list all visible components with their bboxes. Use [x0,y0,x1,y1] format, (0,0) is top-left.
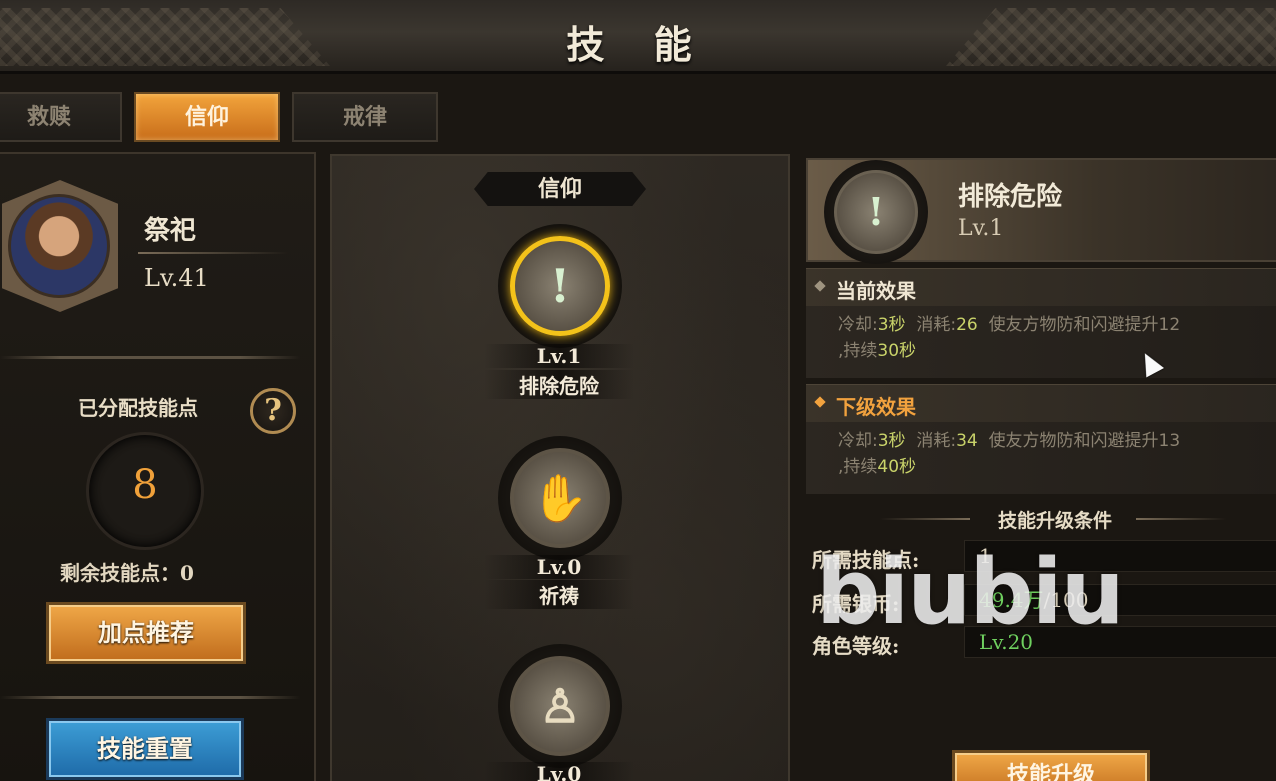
exclamation-shield-icon: ! [867,189,885,234]
bullet-icon [814,280,826,292]
cooldown-label: 冷却: [838,315,878,335]
skill-level: Lv.1 [484,344,634,368]
effect-description: 使友方物防和闪避提升12 [988,315,1181,335]
allocated-points-label: 已分配技能点 [78,396,198,420]
reset-skills-button[interactable]: 技能重置 [46,718,244,780]
praying-hands-icon: ✋ [531,471,589,525]
cooldown-value: 3秒 [877,431,906,451]
tab-faith[interactable]: 信仰 [134,92,280,142]
divider [1136,518,1226,520]
skill-node-third[interactable]: ♙ [498,644,622,768]
next-effect-label: 下级效果 [836,395,916,419]
cost-value: 34 [956,431,978,451]
detail-skill-level: Lv.1 [958,216,1004,241]
upgrade-skill-button[interactable]: 技能升级 [952,750,1150,781]
next-effect-text: 冷却:3秒 消耗:34 使友方物防和闪避提升13 ,持续40秒 [806,422,1276,494]
character-name: 祭祀 [144,216,197,246]
bullet-icon [814,396,826,408]
name-underline [138,252,288,254]
divider [0,356,300,359]
exclamation-shield-icon: ! [549,259,571,313]
duration-label: ,持续 [838,341,878,361]
duration-label: ,持续 [838,457,878,477]
skill-node-pray[interactable]: ✋ [498,436,622,560]
cost-label: 消耗: [916,315,957,335]
avatar [8,194,110,298]
detail-skill-name: 排除危险 [958,182,1063,212]
divider [0,696,300,699]
title-bar: 技 能 [0,0,1276,74]
cooldown-label: 冷却: [838,431,878,451]
current-effect-text: 冷却:3秒 消耗:26 使友方物防和闪避提升12 ,持续30秒 [806,306,1276,378]
next-effect-header: 下级效果 [806,384,1276,422]
recommend-button[interactable]: 加点推荐 [46,602,246,664]
detail-skill-icon: ! [824,160,928,264]
cooldown-value: 3秒 [877,315,906,335]
cost-label: 消耗: [916,431,957,451]
tab-discipline[interactable]: 戒律 [292,92,438,142]
page-title: 技 能 [566,22,710,67]
duration-value: 40秒 [877,457,917,477]
current-effect-label: 当前效果 [836,279,916,303]
skill-node-remove-danger[interactable]: ! [498,224,622,348]
watermark: biubiu [816,540,1125,645]
human-figure-icon: ♙ [539,679,581,733]
remaining-points: 剩余技能点：0 [60,561,194,585]
skill-name: 排除危险 [484,370,634,399]
skill-name: 祈祷 [484,580,634,609]
skill-level: Lv.0 [484,762,634,781]
help-icon[interactable]: ? [250,388,296,434]
skill-level: Lv.0 [484,555,634,579]
effect-description: 使友方物防和闪避提升13 [988,431,1181,451]
tab-redemption[interactable]: 救赎 [0,92,122,142]
allocated-points-value: 8 [132,462,158,508]
cost-value: 26 [956,315,978,335]
character-level: Lv.41 [144,264,209,292]
current-effect-header: 当前效果 [806,268,1276,306]
branch-title: 信仰 [474,172,646,206]
duration-value: 30秒 [877,341,917,361]
